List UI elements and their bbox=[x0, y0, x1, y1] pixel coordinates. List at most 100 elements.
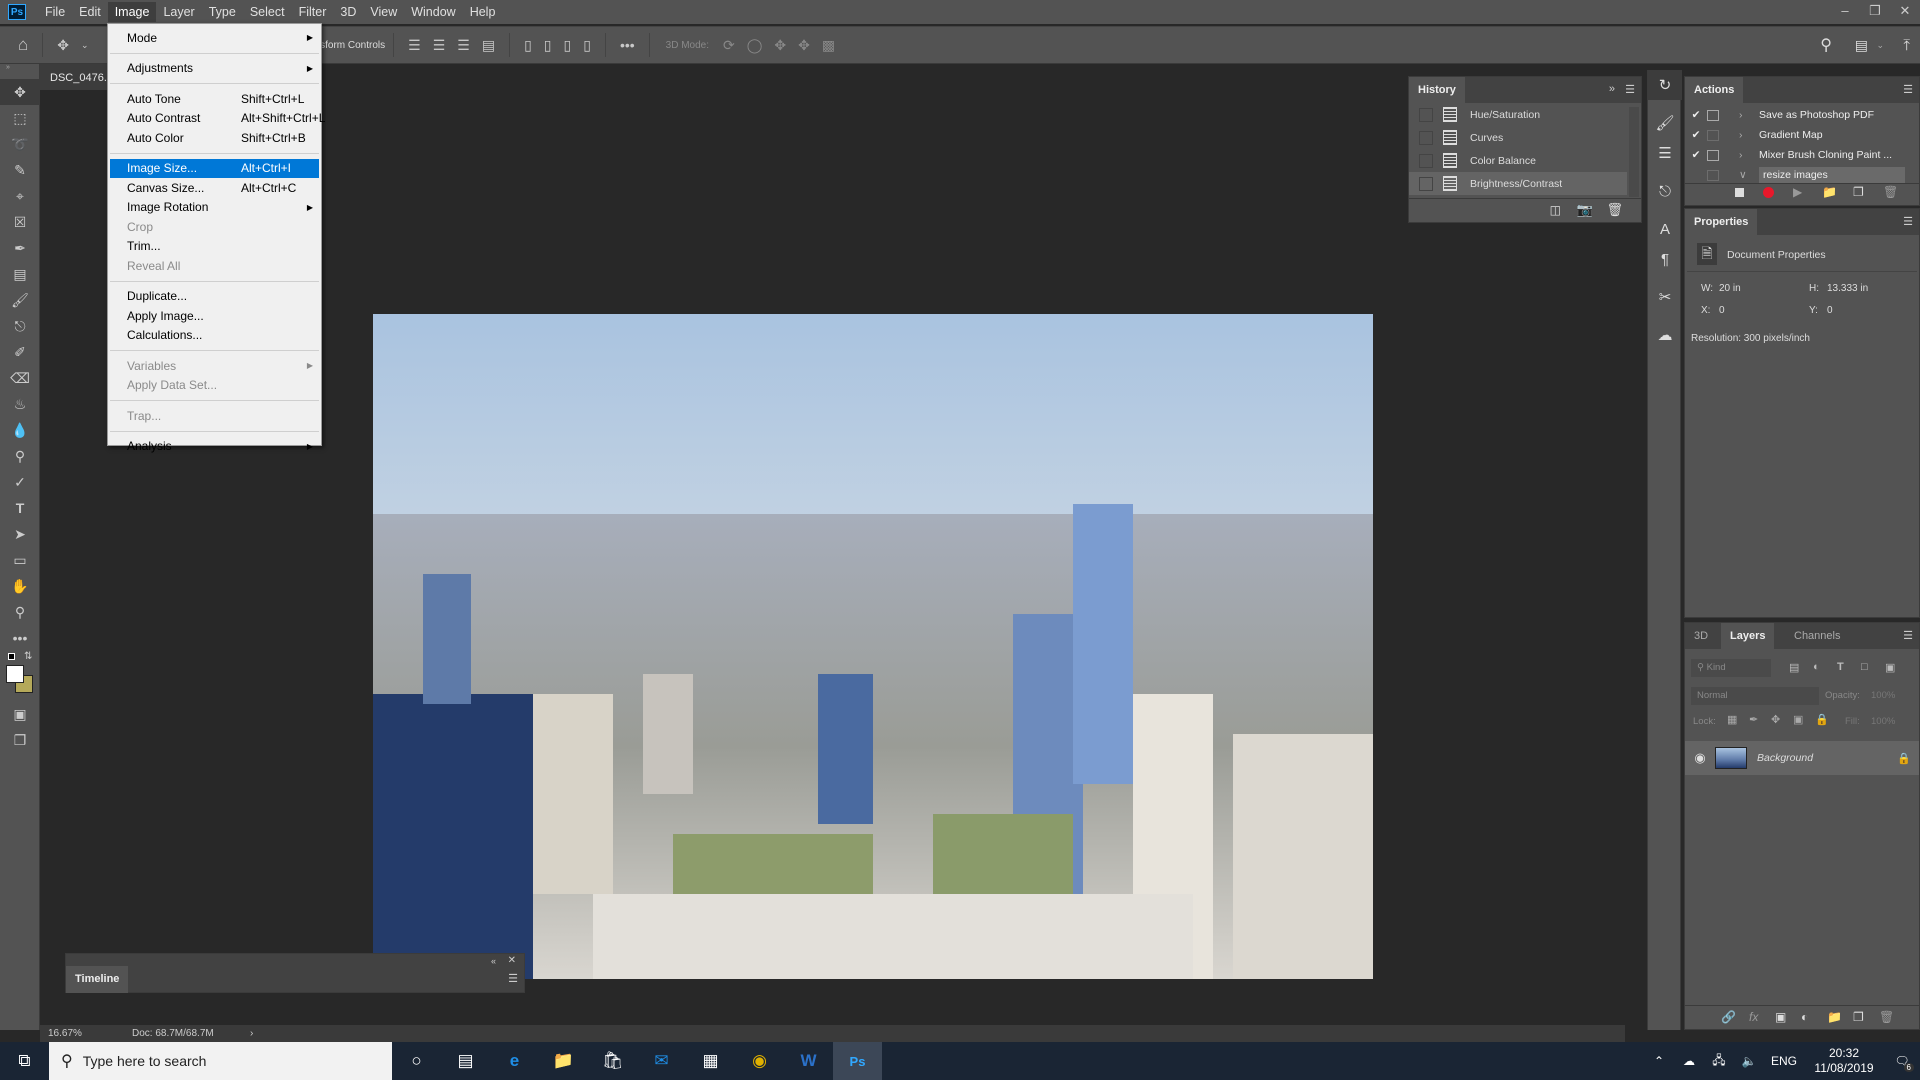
video-camera-icon[interactable]: ▩ bbox=[822, 37, 835, 54]
lasso-tool-icon[interactable]: ➰ bbox=[0, 131, 40, 157]
healing-brush-tool-icon[interactable]: ▤ bbox=[0, 261, 40, 287]
menu-type[interactable]: Type bbox=[202, 2, 243, 22]
layer-filter-input[interactable]: ⚲ Kind bbox=[1691, 659, 1771, 677]
brush-tool-icon[interactable]: 🖌 bbox=[0, 287, 40, 313]
quick-mask-icon[interactable]: ▣ bbox=[0, 701, 40, 727]
menu-image[interactable]: Image bbox=[107, 2, 157, 22]
lock-artboard-icon[interactable]: ▣ bbox=[1793, 713, 1803, 726]
minimize-button[interactable]: – bbox=[1830, 0, 1860, 24]
status-chevron-icon[interactable]: › bbox=[250, 1028, 253, 1039]
outlook-icon[interactable]: ✉ bbox=[637, 1042, 686, 1080]
eye-icon[interactable]: ◉ bbox=[1685, 750, 1715, 766]
snapshot-source-checkbox[interactable] bbox=[1419, 176, 1433, 191]
snapshot-source-checkbox[interactable] bbox=[1419, 153, 1433, 168]
task-view-icon[interactable]: ▤ bbox=[441, 1042, 490, 1080]
new-document-from-state-icon[interactable]: ◫ bbox=[1550, 203, 1561, 217]
menu-item-mode[interactable]: Mode ▶ bbox=[110, 28, 319, 47]
file-explorer-icon[interactable]: 📁 bbox=[539, 1042, 588, 1080]
lock-all-icon[interactable]: 🔒 bbox=[1815, 713, 1829, 726]
align-left-icon[interactable]: ☰ bbox=[408, 37, 421, 54]
menu-item-auto-contrast[interactable]: Auto Contrast Alt+Shift+Ctrl+L bbox=[110, 109, 325, 128]
tab-3d[interactable]: 3D bbox=[1685, 623, 1718, 649]
history-state[interactable]: Color Balance bbox=[1409, 149, 1627, 172]
more-options-icon[interactable]: ••• bbox=[620, 37, 635, 53]
link-layers-icon[interactable]: 🔗 bbox=[1721, 1010, 1736, 1024]
width-value[interactable]: 20 in bbox=[1719, 283, 1741, 294]
action-item[interactable]: ✔ › Save as Photoshop PDF bbox=[1685, 105, 1905, 125]
edit-toolbar-icon[interactable]: ••• bbox=[0, 625, 40, 651]
paragraph-icon[interactable]: ¶ bbox=[1648, 244, 1682, 274]
clone-stamp-tool-icon[interactable]: ⎋ bbox=[0, 313, 40, 339]
chevron-down-icon[interactable]: ∨ bbox=[1739, 169, 1759, 181]
menu-item-adjustments[interactable]: Adjustments ▶ bbox=[110, 59, 319, 78]
lock-transparent-icon[interactable]: ▦ bbox=[1727, 713, 1737, 726]
pen-tool-icon[interactable]: ✓ bbox=[0, 469, 40, 495]
marquee-tool-icon[interactable]: ⬚ bbox=[0, 105, 40, 131]
filter-shape-icon[interactable]: □ bbox=[1861, 661, 1868, 673]
panel-menu-icon[interactable]: ☰ bbox=[508, 972, 518, 985]
roll-3d-icon[interactable]: ◯ bbox=[747, 37, 763, 54]
calculator-icon[interactable]: ▦ bbox=[686, 1042, 735, 1080]
properties-tab[interactable]: Properties bbox=[1685, 209, 1758, 235]
tool-presets-icon[interactable]: ✂ bbox=[1648, 282, 1682, 312]
show-transform-controls-label[interactable]: nsform Controls bbox=[315, 40, 386, 51]
align-bottom-icon[interactable]: ▯ bbox=[564, 37, 572, 54]
taskbar-search-input[interactable]: ⚲ Type here to search bbox=[49, 1042, 392, 1080]
layer-name[interactable]: Background bbox=[1757, 752, 1889, 764]
zoom-level[interactable]: 16.67% bbox=[40, 1028, 120, 1039]
foreground-color-swatch[interactable] bbox=[6, 665, 24, 683]
menu-item-image-size[interactable]: Image Size... Alt+Ctrl+I bbox=[110, 158, 319, 178]
blend-mode-select[interactable]: Normal bbox=[1691, 687, 1819, 705]
move-tool-icon[interactable]: ✥ bbox=[0, 79, 40, 105]
swap-colors-icon[interactable]: ⇅ bbox=[24, 651, 32, 662]
delete-layer-icon[interactable]: 🗑 bbox=[1879, 1010, 1894, 1024]
show-hidden-icons-icon[interactable]: ⌃ bbox=[1644, 1054, 1674, 1068]
chrome-icon[interactable]: ◉ bbox=[735, 1042, 784, 1080]
store-icon[interactable]: 🛍 bbox=[588, 1042, 637, 1080]
crop-tool-icon[interactable]: ⌖ bbox=[0, 183, 40, 209]
edge-icon[interactable]: e bbox=[490, 1042, 539, 1080]
word-icon[interactable]: W bbox=[784, 1042, 833, 1080]
align-center-icon[interactable]: ☰ bbox=[433, 37, 446, 54]
menu-item-auto-tone[interactable]: Auto Tone Shift+Ctrl+L bbox=[110, 89, 319, 108]
history-state[interactable]: Curves bbox=[1409, 126, 1627, 149]
dialog-toggle-icon[interactable] bbox=[1707, 149, 1719, 161]
menu-select[interactable]: Select bbox=[243, 2, 292, 22]
restore-button[interactable]: ❐ bbox=[1860, 0, 1890, 24]
timeline-tab[interactable]: Timeline bbox=[66, 966, 129, 993]
new-layer-icon[interactable]: ❐ bbox=[1853, 1010, 1864, 1024]
default-colors-icon[interactable] bbox=[8, 653, 15, 660]
align-top-icon[interactable]: ▯ bbox=[524, 37, 532, 54]
action-item[interactable]: ✔ › Gradient Map bbox=[1685, 125, 1905, 145]
history-panel-icon[interactable]: ↻ bbox=[1648, 70, 1682, 100]
close-panel-icon[interactable]: ✕ bbox=[508, 955, 516, 966]
clone-source-icon[interactable]: ⎋ bbox=[1648, 176, 1682, 206]
history-tab[interactable]: History bbox=[1409, 77, 1465, 103]
lock-icon[interactable]: 🔒 bbox=[1889, 752, 1919, 765]
language-indicator[interactable]: ENG bbox=[1764, 1054, 1804, 1068]
action-item[interactable]: ✔ › Mixer Brush Cloning Paint ... bbox=[1685, 145, 1905, 165]
tab-channels[interactable]: Channels bbox=[1785, 623, 1850, 649]
collapse-panel-icon[interactable]: « bbox=[491, 956, 496, 966]
chevron-down-icon[interactable]: ⌄ bbox=[81, 40, 89, 51]
panel-menu-icon[interactable]: ☰ bbox=[1903, 215, 1913, 228]
network-icon[interactable]: 🖧 bbox=[1704, 1051, 1734, 1072]
lock-image-icon[interactable]: ✒ bbox=[1749, 713, 1758, 726]
blur-tool-icon[interactable]: 💧 bbox=[0, 417, 40, 443]
workspace-icon[interactable]: ▤ bbox=[1855, 37, 1868, 54]
opacity-value[interactable]: 100% bbox=[1871, 690, 1895, 701]
layer-style-icon[interactable]: fx bbox=[1749, 1010, 1758, 1024]
layer-row[interactable]: ◉ Background 🔒 bbox=[1685, 741, 1919, 775]
filter-pixel-icon[interactable]: ▤ bbox=[1789, 661, 1799, 674]
eraser-tool-icon[interactable]: ⌫ bbox=[0, 365, 40, 391]
menu-view[interactable]: View bbox=[363, 2, 404, 22]
align-middle-icon[interactable]: ▯ bbox=[544, 37, 552, 54]
volume-icon[interactable]: 🔈 bbox=[1734, 1054, 1764, 1068]
collapse-panel-icon[interactable]: » bbox=[1609, 83, 1615, 95]
slide-3d-icon[interactable]: ✥ bbox=[798, 37, 810, 54]
close-button[interactable]: ✕ bbox=[1890, 0, 1920, 24]
chevron-right-icon[interactable]: › bbox=[1739, 109, 1759, 121]
panel-menu-icon[interactable]: ☰ bbox=[1903, 629, 1913, 642]
history-scrollbar[interactable] bbox=[1629, 107, 1639, 197]
filter-adjustment-icon[interactable]: ◐ bbox=[1813, 661, 1820, 673]
